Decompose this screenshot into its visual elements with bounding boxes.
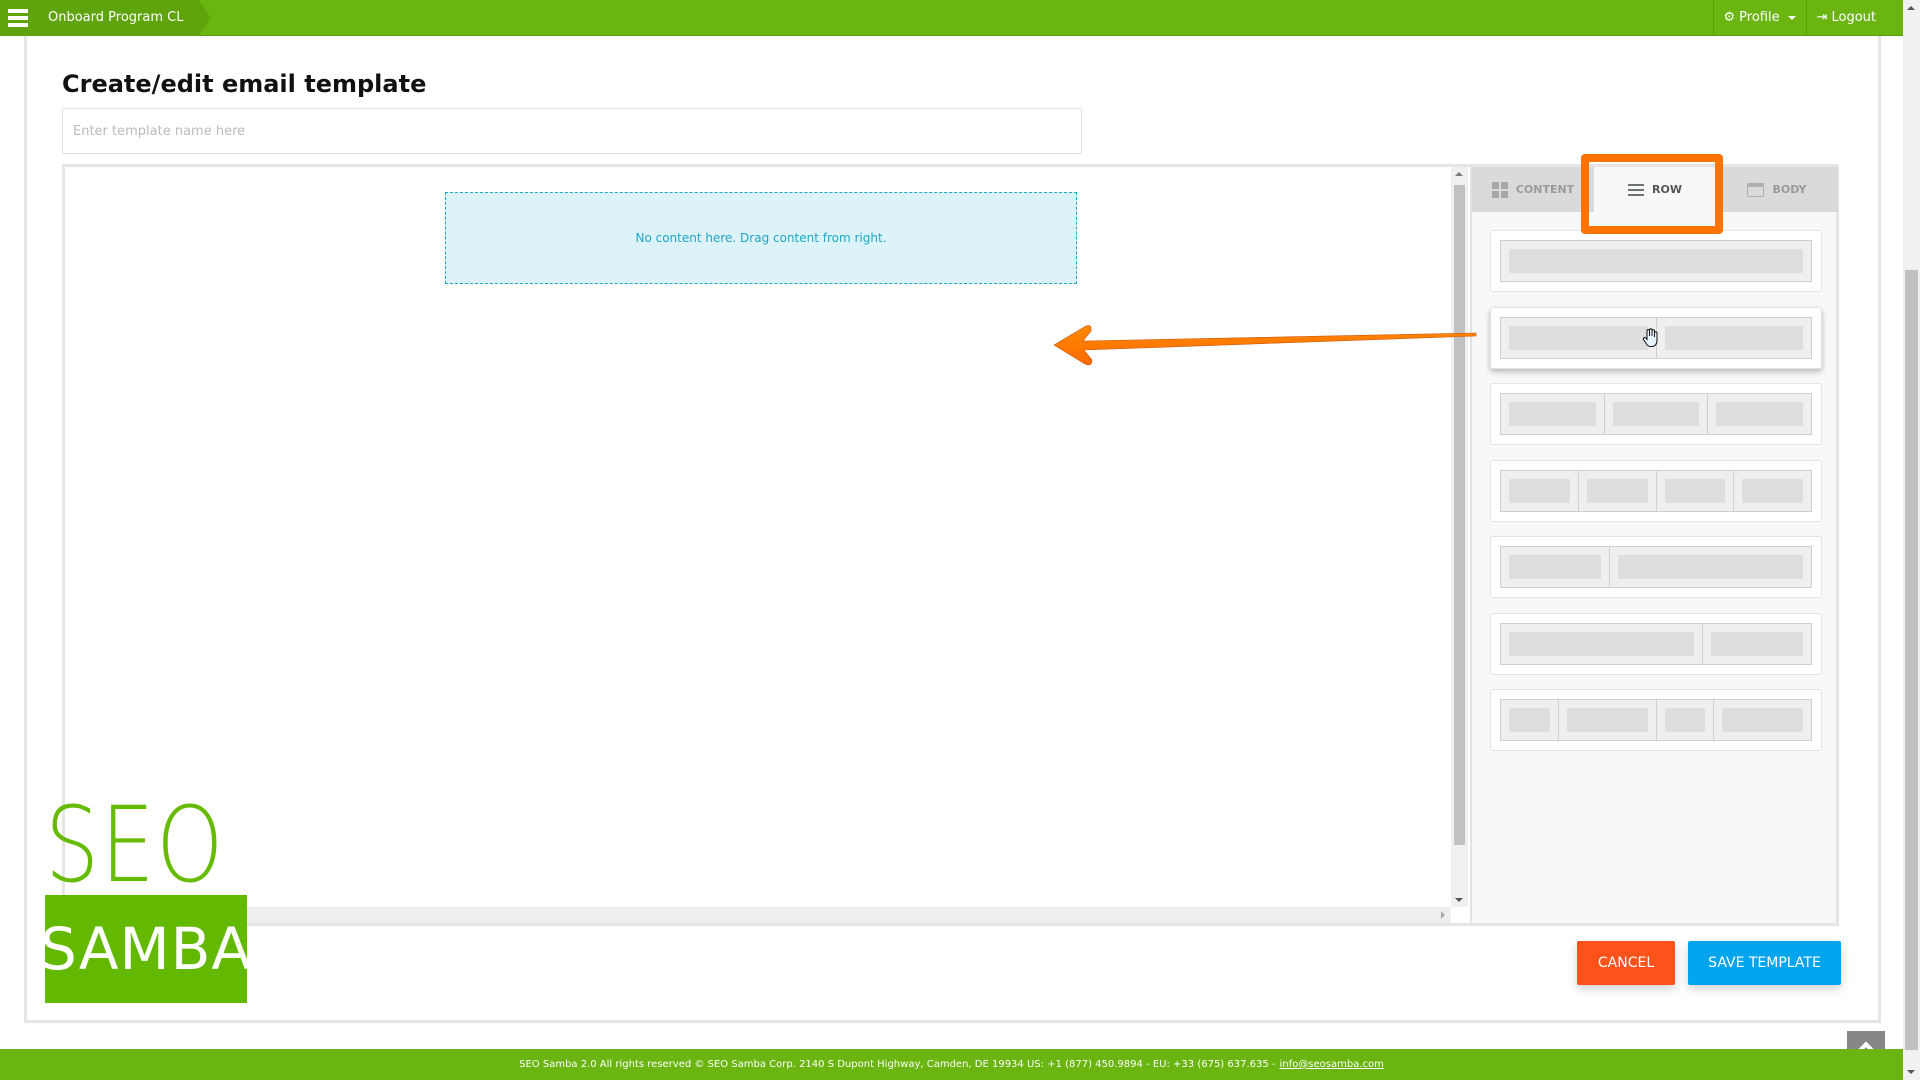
- row-column-placeholder: [1604, 394, 1709, 434]
- row-layout-item[interactable]: [1490, 612, 1822, 675]
- menu-icon-bar: [8, 23, 28, 27]
- row-layout-item[interactable]: [1490, 536, 1822, 598]
- body-icon: [1747, 182, 1765, 197]
- row-layout-preview: [1500, 316, 1812, 359]
- scroll-up-icon[interactable]: [1907, 6, 1915, 10]
- row-column-placeholder: [1610, 547, 1811, 587]
- tab-label: CONTENT: [1515, 183, 1575, 196]
- tab-label: BODY: [1772, 183, 1807, 196]
- footer-text: SEO Samba 2.0 All rights reserved © SEO …: [519, 1059, 1276, 1070]
- scroll-down-icon[interactable]: [1455, 898, 1463, 902]
- editor-canvas[interactable]: No content here. Drag content from right…: [65, 167, 1451, 907]
- logout-icon: ⇥: [1816, 10, 1828, 25]
- top-navbar: Onboard Program CL ⚙ Profile ⇥ Logout: [0, 0, 1903, 36]
- scroll-down-icon[interactable]: [1907, 1070, 1915, 1074]
- row-column-placeholder: [1501, 470, 1579, 511]
- row-column-placeholder: [1501, 394, 1605, 434]
- row-column-placeholder: [1501, 700, 1559, 740]
- canvas-scrollbar-thumb[interactable]: [1454, 185, 1465, 845]
- grid-icon: [1491, 181, 1508, 198]
- row-column-placeholder: [1708, 394, 1812, 434]
- logout-link[interactable]: ⇥ Logout: [1805, 0, 1886, 36]
- row-layout-item[interactable]: [1490, 459, 1822, 522]
- row-layout-item[interactable]: [1490, 383, 1822, 445]
- menu-icon-bar: [8, 9, 28, 13]
- panel-tabs: CONTENT ROW BODY: [1472, 167, 1838, 212]
- scroll-up-icon[interactable]: [1455, 172, 1463, 176]
- profile-label: Profile: [1739, 10, 1780, 25]
- row-layout-preview: [1500, 393, 1812, 435]
- page-title: Create/edit email template: [62, 70, 427, 98]
- drop-zone[interactable]: No content here. Drag content from right…: [445, 192, 1077, 284]
- row-column-placeholder: [1501, 623, 1703, 664]
- row-layout-preview: [1500, 240, 1812, 282]
- canvas-vertical-scrollbar[interactable]: [1451, 167, 1468, 907]
- hamburger-menu-button[interactable]: [0, 0, 36, 36]
- row-layout-preview: [1500, 699, 1812, 741]
- footer: SEO Samba 2.0 All rights reserved © SEO …: [0, 1049, 1903, 1080]
- lines-icon: [1628, 183, 1645, 196]
- logout-label: Logout: [1831, 10, 1876, 25]
- breadcrumb[interactable]: Onboard Program CL: [36, 0, 212, 36]
- seo-samba-logo: SEO SAMBA: [40, 784, 251, 1003]
- row-layout-item[interactable]: [1490, 306, 1822, 369]
- row-column-placeholder: [1501, 241, 1811, 281]
- email-editor: No content here. Drag content from right…: [62, 164, 1839, 926]
- row-layout-preview: [1500, 469, 1812, 512]
- tab-row[interactable]: ROW: [1594, 167, 1716, 212]
- row-column-placeholder: [1501, 547, 1611, 587]
- gear-icon: ⚙: [1723, 10, 1736, 25]
- canvas-horizontal-scrollbar[interactable]: [65, 907, 1451, 923]
- row-column-placeholder: [1656, 700, 1714, 740]
- template-name-input[interactable]: [62, 108, 1082, 154]
- row-column-placeholder: [1501, 317, 1657, 358]
- drop-zone-message: No content here. Drag content from right…: [635, 231, 887, 245]
- row-column-placeholder: [1558, 700, 1657, 740]
- tab-label: ROW: [1652, 183, 1682, 196]
- profile-menu[interactable]: ⚙ Profile: [1712, 0, 1806, 36]
- row-column-placeholder: [1714, 700, 1811, 740]
- row-column-placeholder: [1578, 470, 1657, 511]
- row-layout-preview: [1500, 622, 1812, 665]
- page-scrollbar-thumb[interactable]: [1905, 270, 1918, 1050]
- row-column-placeholder: [1656, 317, 1811, 358]
- logo-seo-text: SEO: [45, 784, 226, 906]
- row-layout-item[interactable]: [1490, 689, 1822, 751]
- page-scrollbar[interactable]: [1903, 0, 1920, 1080]
- row-layout-item[interactable]: [1490, 230, 1822, 292]
- row-layout-preview: [1500, 546, 1812, 588]
- menu-icon-bar: [8, 16, 28, 20]
- tab-content[interactable]: CONTENT: [1472, 167, 1594, 212]
- footer-email-link[interactable]: info@seosamba.com: [1280, 1059, 1384, 1070]
- save-template-button[interactable]: SAVE TEMPLATE: [1688, 941, 1841, 985]
- builder-side-panel: CONTENT ROW BODY: [1470, 167, 1838, 923]
- scroll-right-icon[interactable]: [1441, 911, 1445, 919]
- cancel-button[interactable]: CANCEL: [1577, 941, 1675, 985]
- logo-samba-text: SAMBA: [40, 895, 251, 1003]
- row-column-placeholder: [1656, 470, 1735, 511]
- row-column-placeholder: [1702, 623, 1811, 664]
- row-column-placeholder: [1734, 470, 1811, 511]
- tab-body[interactable]: BODY: [1716, 167, 1838, 212]
- caret-down-icon: [1787, 16, 1796, 20]
